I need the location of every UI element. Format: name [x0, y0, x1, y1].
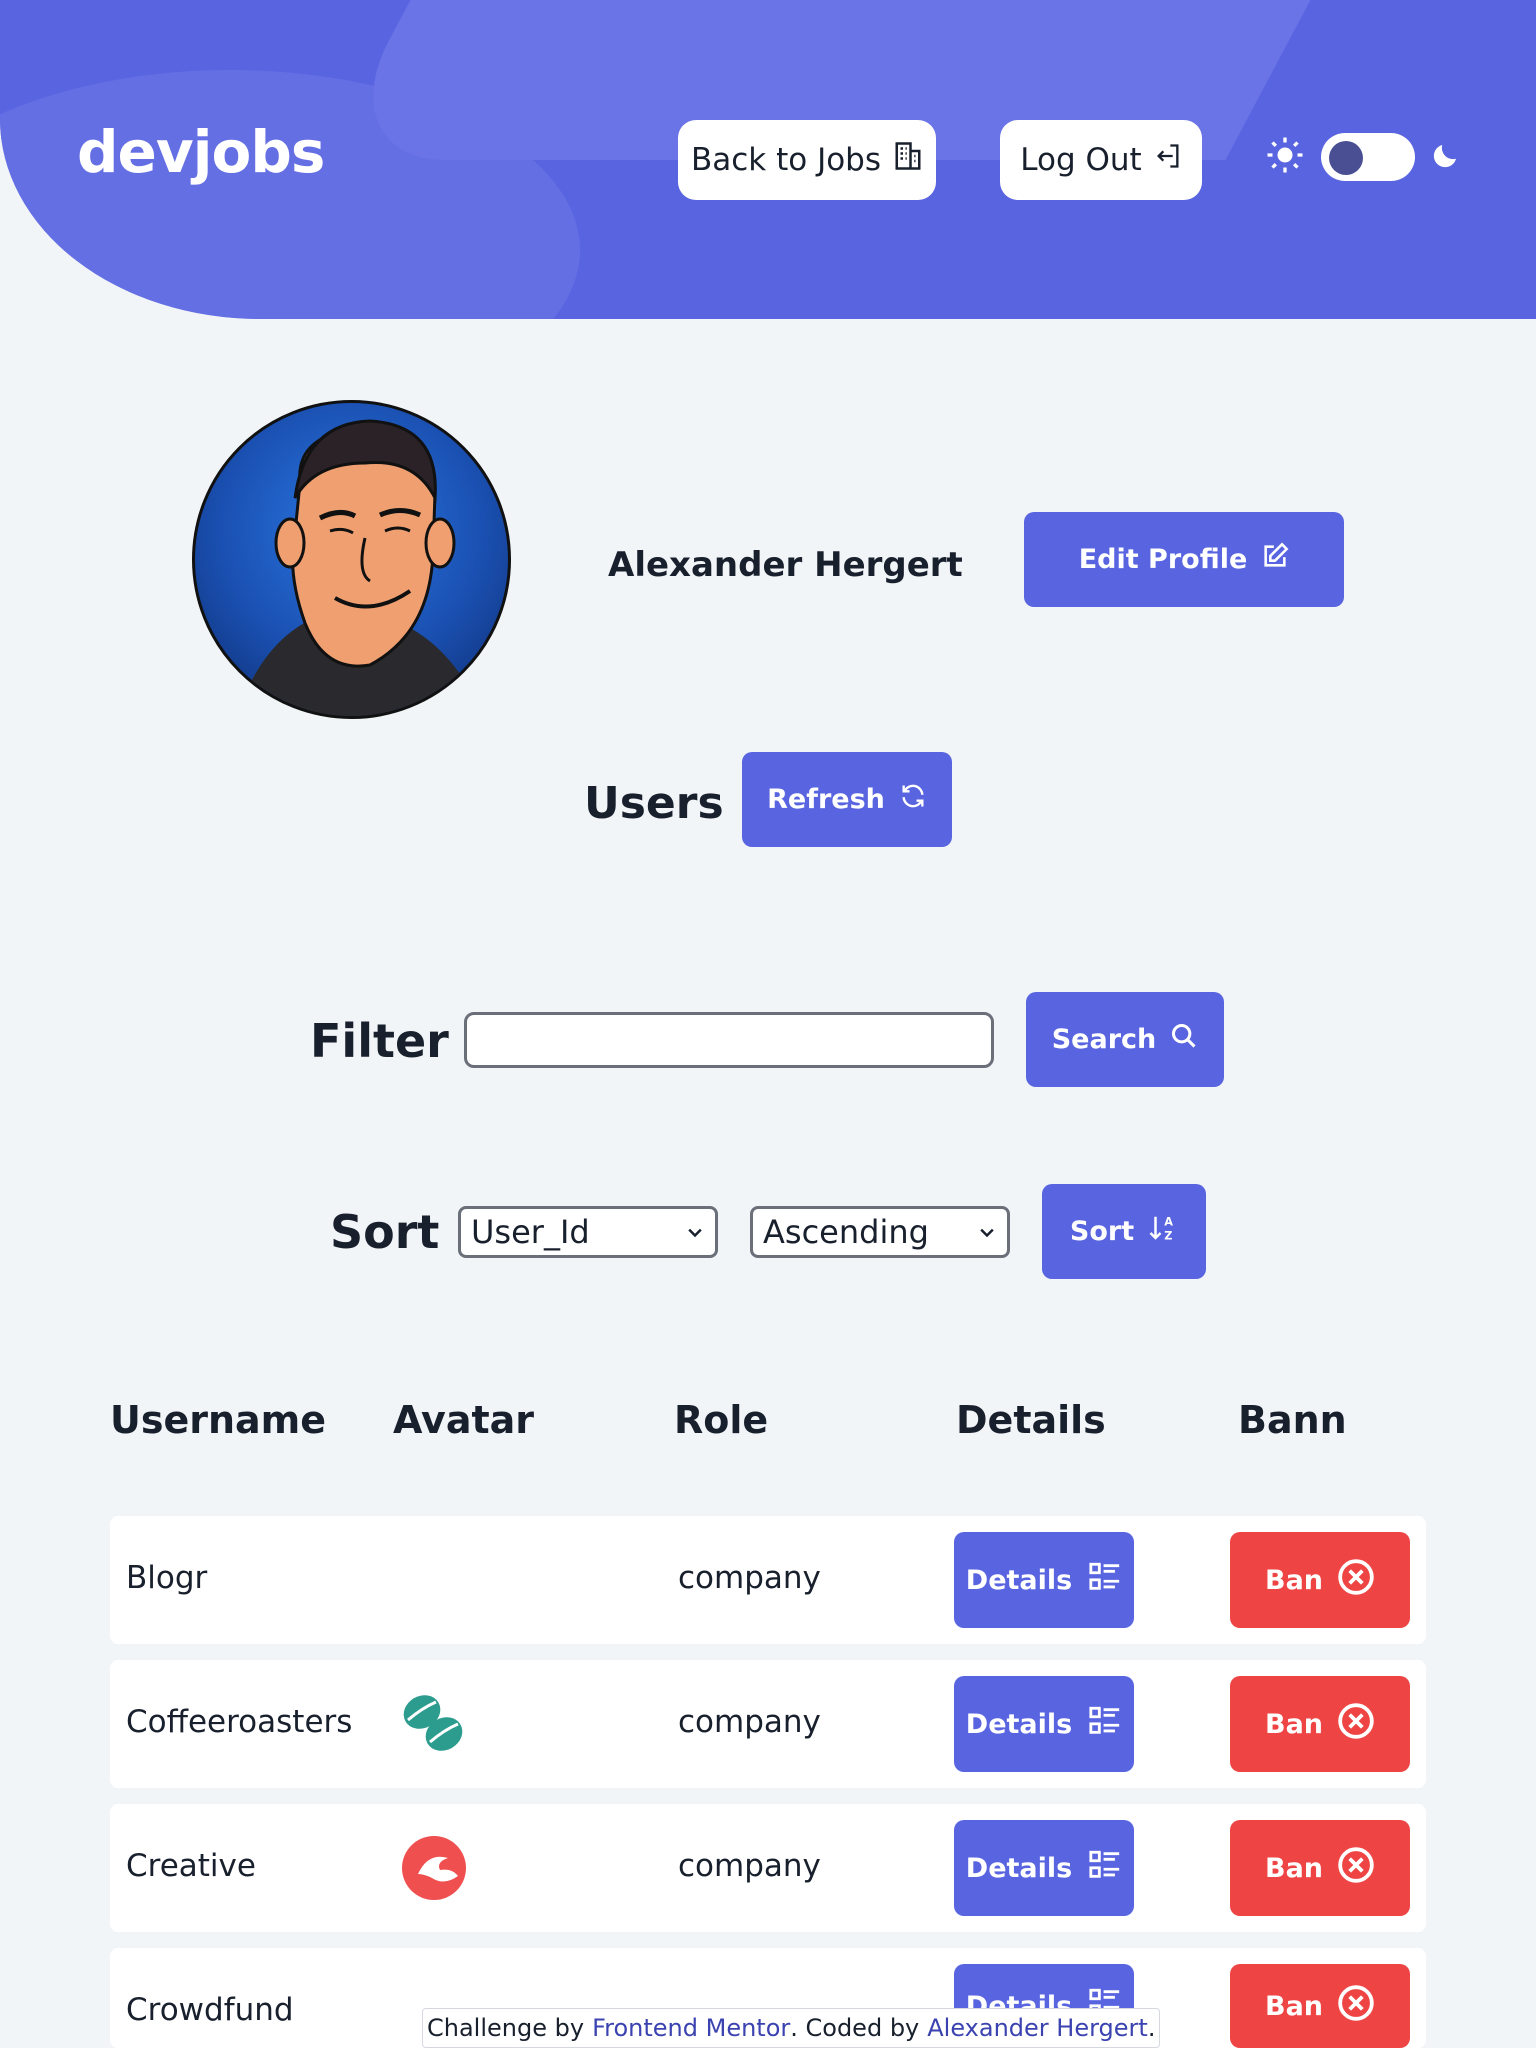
theme-switch: [1265, 133, 1461, 181]
sort-direction-select[interactable]: Ascending: [750, 1206, 1010, 1258]
refresh-label: Refresh: [767, 784, 885, 815]
frontend-mentor-link[interactable]: Frontend Mentor: [592, 2014, 790, 2042]
search-icon: [1170, 1022, 1198, 1057]
logout-icon: [1154, 142, 1182, 178]
sort-label: Sort: [330, 1205, 440, 1259]
x-circle-icon: [1337, 1984, 1375, 2029]
username-cell: Creative: [126, 1848, 256, 1884]
username-cell: Crowdfund: [126, 1992, 294, 2028]
table-row: Creative company Details Ban: [110, 1804, 1426, 1932]
profile-name: Alexander Hergert: [608, 545, 963, 585]
creative-wave-logo-icon: [400, 1834, 468, 1902]
details-label: Details: [965, 1564, 1073, 1596]
role-cell: company: [678, 1704, 821, 1740]
role-cell: company: [678, 1560, 821, 1596]
details-button[interactable]: Details: [954, 1676, 1134, 1772]
page-header: devjobs Back to Jobs Log Out: [0, 0, 1536, 319]
sort-field-value: User_Id: [471, 1213, 590, 1251]
ban-button[interactable]: Ban: [1230, 1676, 1410, 1772]
list-details-icon: [1088, 1560, 1122, 1601]
profile-avatar: [192, 400, 511, 719]
column-header-username: Username: [110, 1398, 327, 1442]
back-to-jobs-label: Back to Jobs: [690, 142, 882, 178]
chevron-down-icon: [685, 1213, 705, 1251]
theme-toggle[interactable]: [1321, 133, 1415, 181]
edit-profile-label: Edit Profile: [1078, 544, 1248, 575]
author-link[interactable]: Alexander Hergert: [927, 2014, 1148, 2042]
svg-text:Z: Z: [1164, 1229, 1172, 1242]
back-to-jobs-button[interactable]: Back to Jobs: [678, 120, 936, 200]
app-logo[interactable]: devjobs: [77, 118, 325, 186]
ban-button[interactable]: Ban: [1230, 1964, 1410, 2048]
column-header-avatar: Avatar: [393, 1398, 535, 1442]
ban-label: Ban: [1264, 1708, 1324, 1740]
edit-icon: [1261, 542, 1289, 577]
column-header-details: Details: [956, 1398, 1106, 1442]
filter-label: Filter: [310, 1014, 449, 1068]
sort-alpha-icon: AZ: [1148, 1213, 1178, 1250]
username-cell: Coffeeroasters: [126, 1704, 353, 1740]
ban-label: Ban: [1264, 1852, 1324, 1884]
details-button[interactable]: Details: [954, 1820, 1134, 1916]
list-details-icon: [1088, 1848, 1122, 1889]
building-icon: [893, 141, 923, 179]
challenge-text: Challenge by: [427, 2014, 585, 2042]
column-header-role: Role: [674, 1398, 769, 1442]
ban-button[interactable]: Ban: [1230, 1532, 1410, 1628]
x-circle-icon: [1337, 1558, 1375, 1603]
column-header-bann: Bann: [1238, 1398, 1347, 1442]
search-label: Search: [1051, 1024, 1157, 1055]
attribution-footer: Challenge by Frontend Mentor . Coded by …: [422, 2008, 1161, 2048]
ban-button[interactable]: Ban: [1230, 1820, 1410, 1916]
sun-icon: [1265, 135, 1305, 179]
attribution-end: .: [1147, 2014, 1156, 2042]
details-label: Details: [965, 1708, 1073, 1740]
coded-by-text: . Coded by: [790, 2014, 920, 2042]
ban-label: Ban: [1264, 1990, 1324, 2022]
sort-button[interactable]: Sort AZ: [1042, 1184, 1206, 1279]
table-row: Coffeeroasters company Details Ban: [110, 1660, 1426, 1788]
log-out-button[interactable]: Log Out: [1000, 120, 1202, 200]
edit-profile-button[interactable]: Edit Profile: [1024, 512, 1344, 607]
moon-icon: [1431, 140, 1461, 174]
svg-text:A: A: [1164, 1216, 1173, 1229]
theme-toggle-knob: [1329, 141, 1363, 175]
sort-field-select[interactable]: User_Id: [458, 1206, 718, 1258]
filter-input[interactable]: [464, 1012, 994, 1068]
details-label: Details: [965, 1852, 1073, 1884]
users-heading: Users: [584, 778, 724, 829]
refresh-icon: [899, 782, 927, 817]
refresh-button[interactable]: Refresh: [742, 752, 952, 847]
ban-label: Ban: [1264, 1564, 1324, 1596]
log-out-label: Log Out: [1020, 142, 1142, 178]
username-cell: Blogr: [126, 1560, 208, 1596]
sort-button-label: Sort: [1069, 1216, 1135, 1247]
x-circle-icon: [1337, 1846, 1375, 1891]
search-button[interactable]: Search: [1026, 992, 1224, 1087]
chevron-down-icon: [977, 1213, 997, 1251]
table-row: Blogr company Details Ban: [110, 1516, 1426, 1644]
details-button[interactable]: Details: [954, 1532, 1134, 1628]
coffee-beans-logo-icon: [400, 1690, 468, 1758]
sort-direction-value: Ascending: [763, 1213, 929, 1251]
x-circle-icon: [1337, 1702, 1375, 1747]
role-cell: company: [678, 1848, 821, 1884]
list-details-icon: [1088, 1704, 1122, 1745]
